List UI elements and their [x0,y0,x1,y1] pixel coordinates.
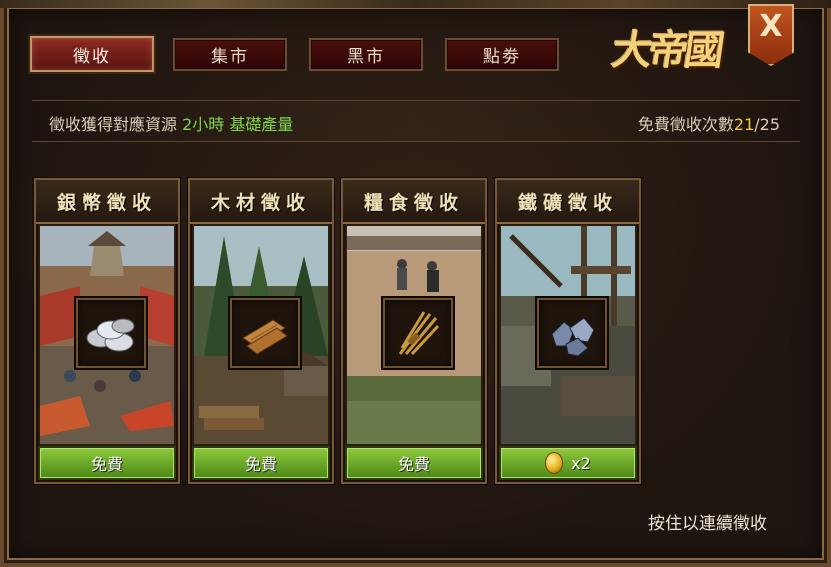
collect-iron-button[interactable]: x2 [501,448,635,478]
food-icon-box [383,298,453,368]
iron-icon-box [537,298,607,368]
card-art-mine [501,226,635,444]
wheat-bundle-icon [398,311,440,356]
collect-wood-button[interactable]: 免費 [194,448,328,478]
tab-label: 集市 [211,47,249,67]
game-logo: 大帝國 [609,27,724,74]
card-art-farm [347,226,481,444]
collect-silver-button[interactable]: 免費 [40,448,174,478]
button-label: 免費 [244,455,277,474]
tab-market[interactable]: 集市 [173,38,287,71]
free-collect-counter: 免費徵收次數21/25 [638,111,780,135]
iron-ore-icon [551,317,595,357]
free-count-used: 21 [733,115,755,134]
collect-food-button[interactable]: 免費 [347,448,481,478]
description-suffix: 基礎產量 [229,115,294,134]
info-bar: 徵收獲得對應資源 2小時 基礎產量 免費徵收次數21/25 [32,100,800,142]
collect-description: 徵收獲得對應資源 2小時 基礎產量 [49,111,293,135]
close-icon: X [759,9,783,44]
description-prefix: 徵收獲得對應資源 [49,115,178,134]
gold-coin-icon [545,452,564,474]
free-count-label: 免費徵收次數 [637,115,734,134]
tab-black-market[interactable]: 黑市 [309,38,423,71]
silver-coins-icon [86,318,135,352]
card-iron-collect[interactable]: 鐵礦徵收 x2 [495,178,641,484]
free-count-total: /25 [754,115,780,134]
description-hours: 2小時 [182,115,225,134]
top-border-strip [0,0,831,8]
card-title: 鐵礦徵收 [497,180,639,224]
card-silver-collect[interactable]: 銀幣徵收 免費 [34,178,180,484]
tab-label: 點劵 [483,47,521,67]
card-art-forest [194,226,328,444]
silver-coins-icon-box [76,298,146,368]
card-title: 糧食徵收 [343,180,485,224]
card-title: 木材徵收 [190,180,332,224]
card-art-marketplace [40,226,174,444]
card-title: 銀幣徵收 [36,180,178,224]
card-wood-collect[interactable]: 木材徵收 免費 [188,178,334,484]
wood-icon-box [230,298,300,368]
button-label: 免費 [397,455,430,474]
button-label: 免費 [90,455,123,474]
button-label: x2 [571,453,591,473]
tab-label: 黑市 [347,47,385,67]
card-food-collect[interactable]: 糧食徵收 免費 [341,178,487,484]
tab-vouchers[interactable]: 點劵 [445,38,559,71]
tab-label: 徵收 [73,46,111,67]
wood-planks-icon [242,319,288,355]
tab-collect[interactable]: 徵收 [30,36,154,72]
hold-to-collect-hint: 按住以連續徵收 [648,514,767,534]
